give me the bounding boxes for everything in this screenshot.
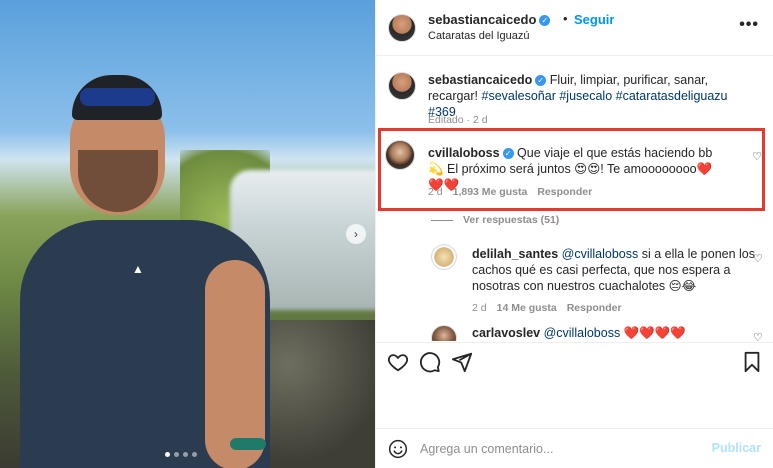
comment-avatar[interactable] bbox=[431, 325, 457, 341]
comment-text: delilah_santes @cvillaloboss si a ella l… bbox=[472, 246, 762, 294]
carousel-dot bbox=[174, 452, 179, 457]
chevron-right-icon: › bbox=[354, 227, 358, 241]
caption-meta: Editado · 2 d bbox=[428, 114, 488, 126]
action-bar bbox=[375, 342, 773, 384]
publish-button[interactable]: Publicar bbox=[712, 441, 761, 455]
photo-bracelet bbox=[230, 438, 266, 450]
comment-username[interactable]: carlavoslev bbox=[472, 326, 540, 340]
comment-body: ❤️❤️❤️❤️ bbox=[623, 326, 686, 340]
comment-item: carlavoslev @cvillaloboss ❤️❤️❤️❤️ ♡ bbox=[431, 323, 771, 341]
comment-time[interactable]: 2 d bbox=[428, 186, 443, 198]
comment-avatar[interactable] bbox=[431, 244, 457, 270]
carousel-dots bbox=[165, 452, 197, 457]
verified-badge-icon: ✓ bbox=[502, 148, 514, 160]
carousel-dot bbox=[165, 452, 170, 457]
view-replies-button[interactable]: Ver respuestas (51) bbox=[431, 214, 559, 226]
add-comment-input[interactable] bbox=[420, 439, 710, 459]
carousel-next-button[interactable]: › bbox=[346, 224, 366, 244]
caption-author-avatar[interactable] bbox=[388, 72, 416, 100]
comment-time[interactable]: 2 d bbox=[472, 302, 487, 314]
comment-avatar[interactable] bbox=[385, 140, 415, 170]
add-comment-bar: Publicar bbox=[375, 428, 773, 468]
header-separator: • bbox=[563, 11, 568, 26]
reply-button[interactable]: Responder bbox=[567, 302, 622, 314]
reply-button[interactable]: Responder bbox=[537, 186, 592, 198]
more-options-icon[interactable]: ••• bbox=[739, 16, 759, 34]
comment-meta: 2 d 1,893 Me gusta Responder bbox=[428, 186, 592, 198]
like-heart-icon[interactable] bbox=[387, 351, 409, 373]
verified-badge-icon: ✓ bbox=[539, 15, 551, 27]
follow-button[interactable]: Seguir bbox=[574, 12, 614, 27]
post-photo[interactable]: ▲ bbox=[0, 0, 375, 468]
post-side-panel: sebastiancaicedo ✓ • Seguir Cataratas del… bbox=[375, 0, 773, 468]
comment-likes[interactable]: 1,893 Me gusta bbox=[453, 186, 528, 198]
comment-bubble-icon[interactable] bbox=[419, 351, 441, 373]
post-location[interactable]: Cataratas del Iguazú bbox=[428, 30, 530, 42]
author-username[interactable]: sebastiancaicedo ✓ bbox=[428, 12, 551, 27]
carousel-dot bbox=[183, 452, 188, 457]
share-send-icon[interactable] bbox=[451, 351, 473, 373]
comment-text: carlavoslev @cvillaloboss ❤️❤️❤️❤️ bbox=[472, 325, 762, 341]
comment-like-heart-icon[interactable]: ♡ bbox=[753, 252, 763, 265]
comment-meta: 2 d 14 Me gusta Responder bbox=[472, 302, 622, 314]
caption-author-username[interactable]: sebastiancaicedo bbox=[428, 73, 532, 87]
post-header: sebastiancaicedo ✓ • Seguir Cataratas del… bbox=[376, 0, 773, 56]
comment-like-heart-icon[interactable]: ♡ bbox=[753, 331, 763, 341]
comment-likes[interactable]: 14 Me gusta bbox=[497, 302, 557, 314]
photo-person-arm bbox=[205, 260, 265, 468]
view-replies-label: Ver respuestas (51) bbox=[463, 214, 560, 226]
comment-like-heart-icon[interactable]: ♡ bbox=[752, 150, 762, 163]
comment-username[interactable]: cvillaloboss bbox=[428, 146, 500, 160]
author-avatar[interactable] bbox=[388, 14, 416, 42]
emoji-smiley-icon[interactable] bbox=[388, 439, 408, 459]
shirt-logo-icon: ▲ bbox=[132, 262, 144, 276]
save-bookmark-icon[interactable] bbox=[741, 351, 763, 373]
carousel-dot bbox=[192, 452, 197, 457]
verified-badge-icon: ✓ bbox=[535, 75, 547, 87]
comment-mention[interactable]: @cvillaloboss bbox=[544, 326, 621, 340]
comment-mention[interactable]: @cvillaloboss bbox=[562, 247, 639, 261]
replies-line bbox=[431, 219, 453, 221]
comment-username[interactable]: delilah_santes bbox=[472, 247, 558, 261]
caption-text: sebastiancaicedo ✓ Fluir, limpiar, purifi… bbox=[428, 72, 748, 120]
photo-sunglasses bbox=[80, 88, 155, 106]
